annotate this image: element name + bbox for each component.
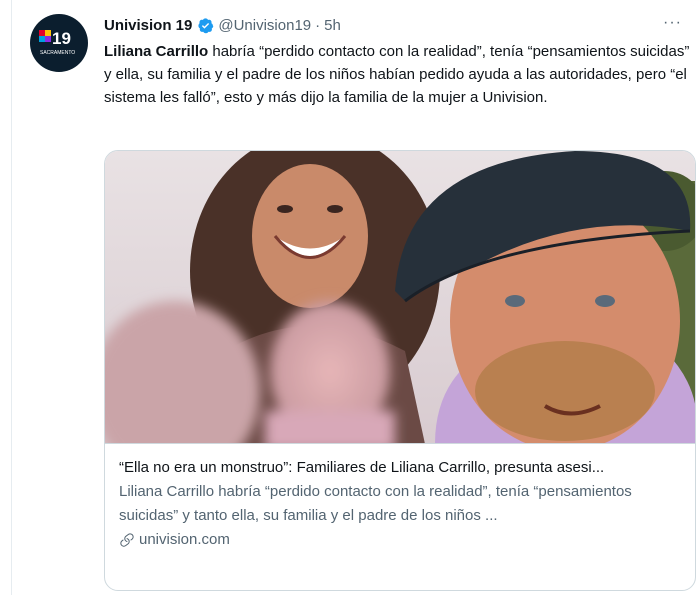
link-icon	[120, 533, 134, 547]
separator: ·	[315, 16, 321, 34]
svg-text:SACRAMENTO: SACRAMENTO	[40, 50, 75, 56]
card-description: Liliana Carrillo habría “perdido contact…	[119, 483, 632, 524]
tweet-header: Univision 19 @Univision19 · 5h	[104, 14, 696, 36]
tweet-text: Liliana Carrillo habría “perdido contact…	[104, 40, 700, 109]
link-card[interactable]: “Ella no era un monstruo”: Familiares de…	[104, 150, 696, 591]
more-icon[interactable]: ···	[663, 14, 682, 32]
account-name[interactable]: Univision 19	[104, 17, 192, 34]
card-photo	[105, 151, 695, 443]
univision-logo-icon: 19 SACRAMENTO	[39, 29, 75, 56]
card-domain[interactable]: univision.com	[119, 528, 685, 552]
account-handle[interactable]: @Univision19	[218, 17, 311, 34]
timeline-divider	[11, 0, 12, 595]
card-image[interactable]	[105, 151, 695, 444]
avatar[interactable]: 19 SACRAMENTO	[30, 14, 88, 72]
tweet-text-bold[interactable]: Liliana Carrillo	[104, 43, 208, 60]
card-title[interactable]: “Ella no era un monstruo”: Familiares de…	[119, 456, 685, 480]
timestamp[interactable]: 5h	[324, 17, 341, 34]
svg-text:19: 19	[52, 29, 71, 48]
verified-badge-icon	[198, 17, 214, 33]
card-domain-text[interactable]: univision.com	[139, 528, 230, 552]
